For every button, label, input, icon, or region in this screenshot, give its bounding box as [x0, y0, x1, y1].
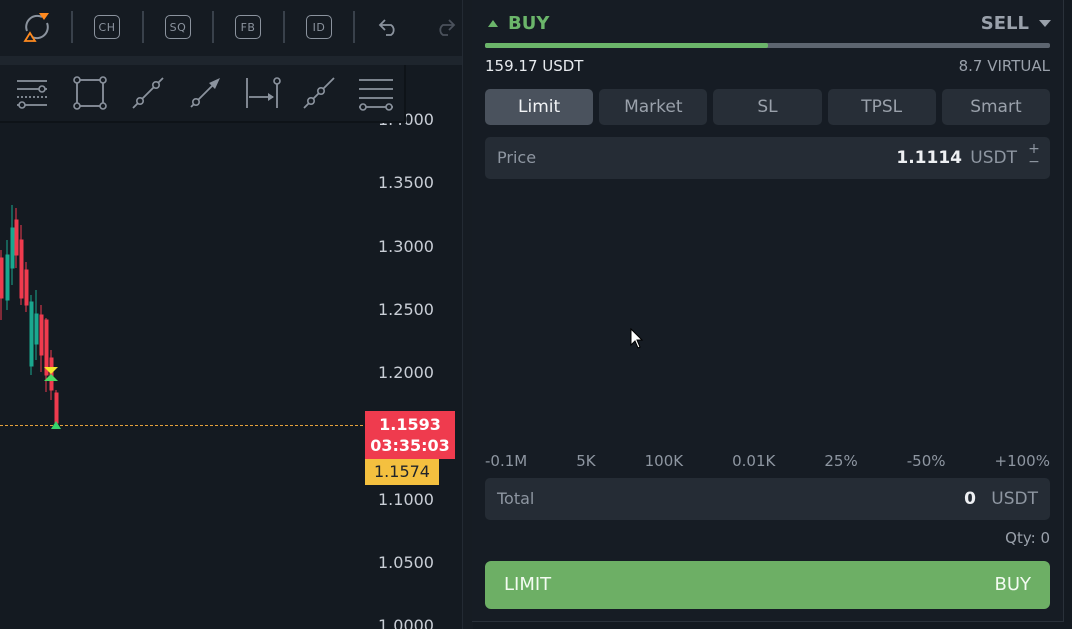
toolbar-separator	[353, 11, 355, 43]
price-axis-label: 1.0000	[378, 616, 434, 629]
price-axis-label: 1.2000	[378, 363, 434, 382]
submit-side: BUY	[994, 574, 1031, 595]
quantity-readout: Qty: 0	[1005, 529, 1050, 547]
amount-presets: -0.1M 5K 100K 0.01K 25% -50% +100%	[485, 452, 1050, 470]
toolbar-separator	[212, 11, 214, 43]
price-value[interactable]: 1.1114	[896, 137, 962, 179]
candle	[14, 208, 19, 268]
price-axis-label: 1.3500	[378, 173, 434, 192]
price-label: Price	[497, 148, 537, 167]
price-axis-label: 1.0500	[378, 553, 434, 572]
preset-option[interactable]: 25%	[824, 452, 857, 470]
sq-icon[interactable]: SQ	[163, 12, 193, 42]
tab-smart[interactable]: Smart	[941, 89, 1051, 125]
tab-market[interactable]: Market	[599, 89, 708, 125]
price-input[interactable]: Price 1.1114 USDT + −	[485, 137, 1050, 179]
total-unit: USDT	[991, 489, 1038, 509]
chart-area[interactable]: CH SQ FB ID 1.3500 1.3000 1.2500 1.2000 …	[0, 0, 462, 629]
redo-icon[interactable]	[432, 12, 460, 42]
preset-option[interactable]: -50%	[907, 452, 946, 470]
limit-buy-button[interactable]: LIMIT BUY	[485, 561, 1050, 609]
preset-option[interactable]: -0.1M	[485, 452, 527, 470]
current-price-tag: 1.1593 03:35:03	[365, 411, 455, 459]
candle	[10, 205, 15, 285]
tab-sl[interactable]: SL	[713, 89, 822, 125]
toolbar-separator	[142, 11, 144, 43]
fb-icon[interactable]: FB	[233, 12, 263, 42]
buy-ratio-fill	[485, 43, 768, 48]
price-stepper[interactable]: + −	[1028, 142, 1040, 173]
buy-sell-ratio-bar	[485, 43, 1050, 48]
tab-tpsl[interactable]: TPSL	[827, 89, 936, 125]
buy-label: BUY	[508, 13, 550, 34]
trend-line-icon[interactable]	[128, 73, 168, 113]
candle	[54, 390, 59, 425]
price-axis-label: 1.3000	[378, 237, 434, 256]
order-type-tabs: Limit Market SL TPSL Smart	[485, 89, 1051, 125]
preset-option[interactable]: 100K	[645, 452, 683, 470]
preset-option[interactable]: 5K	[576, 452, 595, 470]
limit-price-tag[interactable]: 1.1574	[365, 459, 439, 485]
candle	[24, 262, 29, 312]
candle	[34, 290, 39, 360]
submit-order-type: LIMIT	[504, 574, 552, 595]
rectangle-icon[interactable]	[70, 73, 110, 113]
price-unit: USDT	[970, 148, 1017, 168]
triangle-up-icon	[488, 20, 498, 27]
measure-icon[interactable]	[242, 73, 282, 113]
candle-countdown: 03:35:03	[370, 436, 450, 455]
drawing-toolbar	[0, 65, 406, 123]
preset-option[interactable]: 0.01K	[732, 452, 775, 470]
total-label: Total	[497, 489, 535, 508]
candle	[19, 225, 24, 305]
id-icon[interactable]: ID	[304, 12, 334, 42]
price-axis-label: 1.1000	[378, 490, 434, 509]
candle	[5, 240, 10, 310]
order-panel: BUY SELL 159.17 USDT 8.7 VIRTUAL Limit M…	[472, 0, 1064, 622]
total-input[interactable]: Total 0 USDT	[485, 478, 1050, 520]
candle	[39, 305, 44, 372]
price-axis-label: 1.2500	[378, 300, 434, 319]
triangle-down-icon	[1039, 20, 1051, 27]
fib-levels-icon[interactable]	[12, 73, 52, 113]
current-price-value: 1.1593	[379, 415, 441, 434]
tab-limit[interactable]: Limit	[485, 89, 594, 125]
total-value[interactable]: 0	[964, 478, 976, 520]
sell-label: SELL	[980, 13, 1029, 34]
undo-icon[interactable]	[374, 12, 402, 42]
buy-marker	[51, 421, 61, 429]
toolbar-separator	[283, 11, 285, 43]
buy-side-tab[interactable]: BUY	[488, 13, 549, 34]
more-lines-icon[interactable]	[356, 73, 396, 113]
minus-icon[interactable]: −	[1028, 155, 1040, 169]
sell-side-tab[interactable]: SELL	[981, 13, 1051, 34]
ray-icon[interactable]	[299, 73, 339, 113]
arrow-icon[interactable]	[185, 73, 225, 113]
candle	[29, 295, 34, 375]
candle	[0, 250, 4, 320]
preset-option[interactable]: +100%	[995, 452, 1050, 470]
quote-balance: 159.17 USDT	[485, 57, 584, 75]
mouse-cursor-icon	[630, 328, 644, 349]
base-balance: 8.7 VIRTUAL	[958, 57, 1050, 75]
